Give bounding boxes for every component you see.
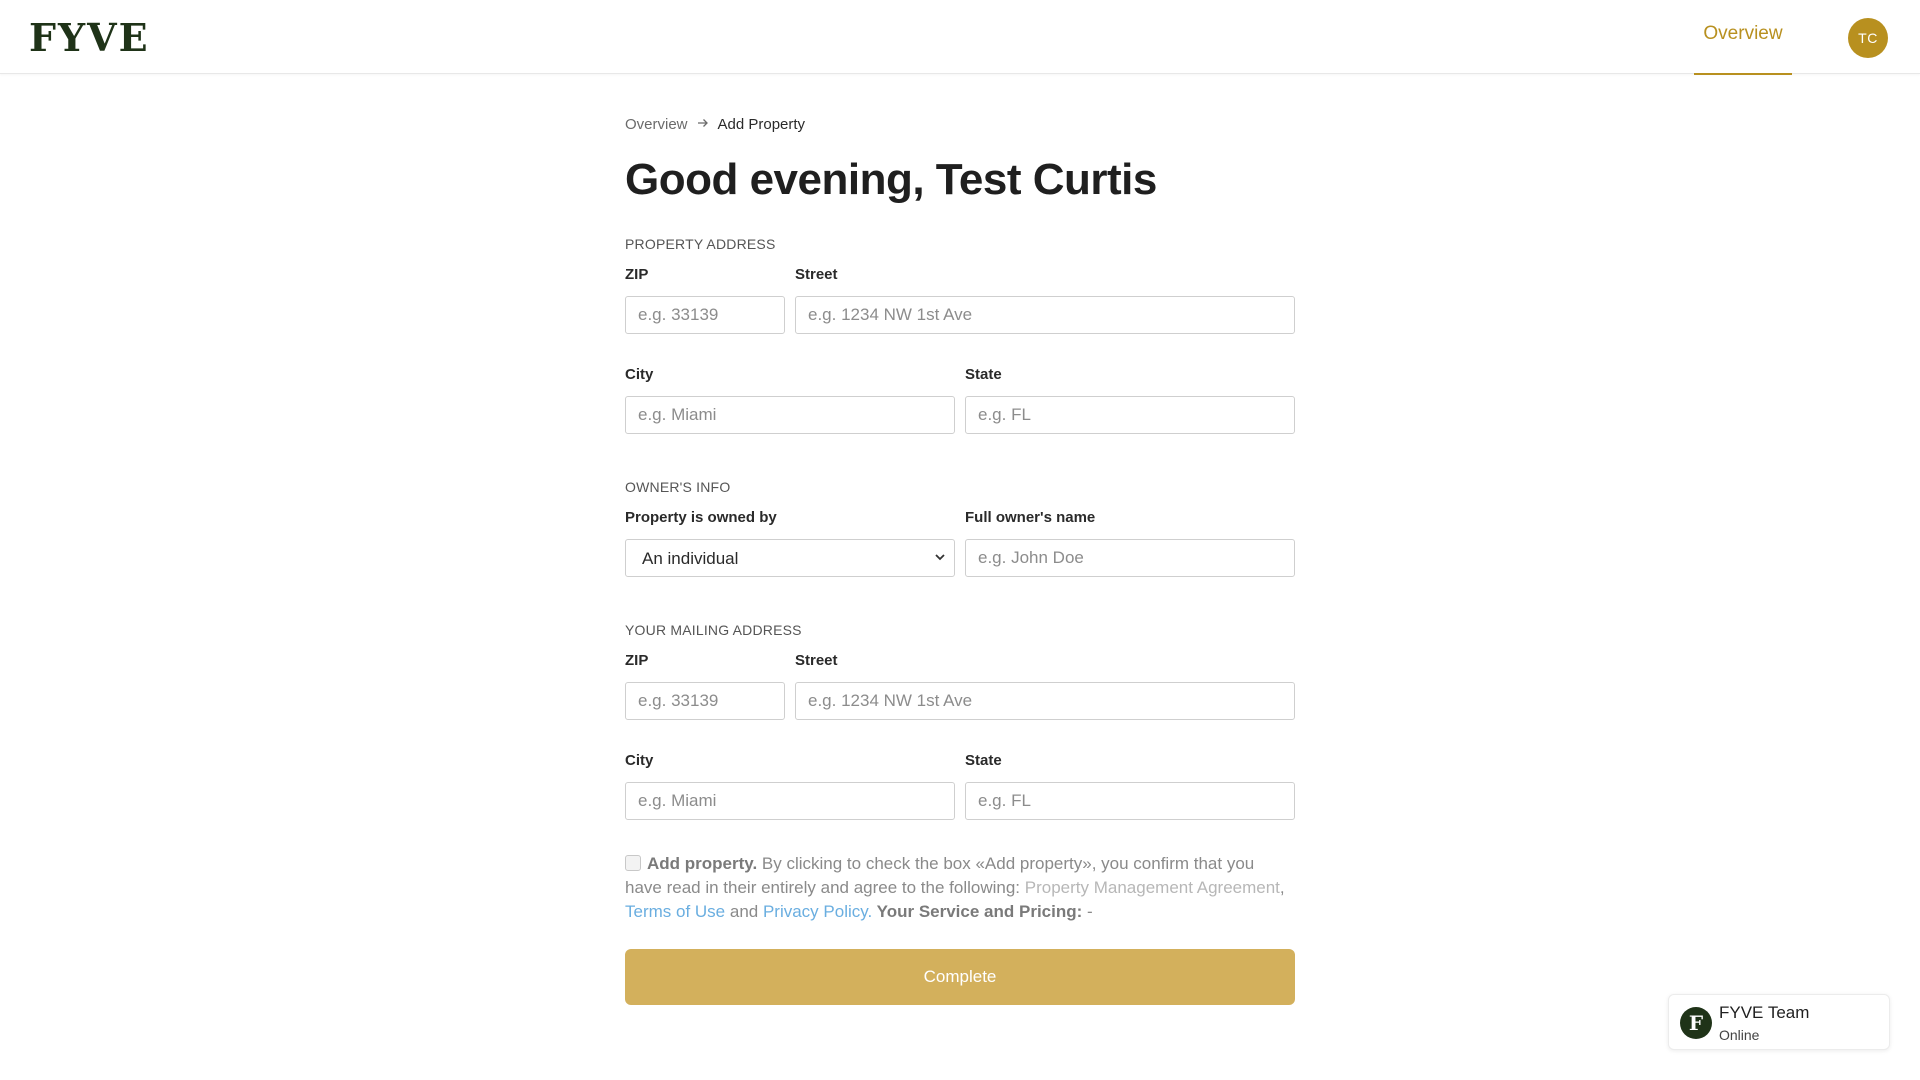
section-title-mailing-address: YOUR MAILING ADDRESS <box>625 622 802 638</box>
breadcrumb-overview-link[interactable]: Overview <box>625 116 688 133</box>
owner-name-label: Full owner's name <box>965 509 1096 526</box>
owned-by-select-wrapper: An individual <box>625 539 955 577</box>
chat-team-name: FYVE Team <box>1719 1003 1810 1022</box>
property-street-label: Street <box>795 266 838 283</box>
owner-name-input[interactable] <box>965 539 1295 577</box>
privacy-policy-link[interactable]: Privacy Policy. <box>763 902 872 921</box>
property-street-input[interactable] <box>795 296 1295 334</box>
property-zip-input[interactable] <box>625 296 785 334</box>
property-city-label: City <box>625 366 654 383</box>
breadcrumb-current: Add Property <box>717 115 806 133</box>
mailing-zip-input[interactable] <box>625 682 785 720</box>
terms-of-use-link[interactable]: Terms of Use <box>625 902 725 921</box>
mailing-address-row-1: ZIP Street <box>625 652 1295 720</box>
mailing-city-field: City <box>625 752 955 820</box>
property-management-agreement-link[interactable]: Property Management Agreement <box>1025 878 1280 897</box>
top-header: FYVE Overview TC <box>0 0 1920 75</box>
arrow-right-icon <box>696 116 710 132</box>
terms-bold-lead: Add property. <box>647 854 758 873</box>
owned-by-label: Property is owned by <box>625 509 777 526</box>
user-avatar[interactable]: TC <box>1848 18 1888 58</box>
mailing-state-field: State <box>965 752 1295 820</box>
terms-and: and <box>725 902 763 921</box>
owner-name-field: Full owner's name <box>965 509 1295 577</box>
mailing-street-field: Street <box>795 652 1295 720</box>
add-property-checkbox[interactable] <box>625 855 641 871</box>
mailing-street-label: Street <box>795 652 838 669</box>
property-state-label: State <box>965 366 1002 383</box>
terms-agreement: Add property. By clicking to check the b… <box>625 852 1295 924</box>
property-street-field: Street <box>795 266 1295 334</box>
property-city-input[interactable] <box>625 396 955 434</box>
mailing-zip-field: ZIP <box>625 652 785 720</box>
property-zip-label: ZIP <box>625 266 649 283</box>
property-city-field: City <box>625 366 955 434</box>
owned-by-select[interactable]: An individual <box>625 539 955 577</box>
section-title-owners-info: OWNER'S INFO <box>625 479 731 495</box>
page-title: Good evening, Test Curtis <box>625 155 1157 204</box>
chat-widget[interactable]: F FYVE Team Online <box>1668 994 1890 1050</box>
owned-by-field: Property is owned by An individual <box>625 509 955 577</box>
mailing-zip-label: ZIP <box>625 652 649 669</box>
property-state-field: State <box>965 366 1295 434</box>
mailing-city-input[interactable] <box>625 782 955 820</box>
nav-tab-overview[interactable]: Overview <box>1694 0 1792 75</box>
pricing-value: - <box>1082 902 1093 921</box>
mailing-state-input[interactable] <box>965 782 1295 820</box>
property-address-row-1: ZIP Street <box>625 266 1295 334</box>
section-title-property-address: PROPERTY ADDRESS <box>625 236 776 252</box>
mailing-street-input[interactable] <box>795 682 1295 720</box>
add-property-form: Overview Add Property Good evening, Test… <box>625 110 1295 1005</box>
terms-comma: , <box>1279 878 1285 897</box>
breadcrumb: Overview Add Property <box>625 110 1295 138</box>
mailing-state-label: State <box>965 752 1002 769</box>
owners-info-row: Property is owned by An individual Full … <box>625 509 1295 577</box>
fyve-logo[interactable]: FYVE <box>29 16 150 60</box>
property-zip-field: ZIP <box>625 266 785 334</box>
property-state-input[interactable] <box>965 396 1295 434</box>
complete-button[interactable]: Complete <box>625 949 1295 1005</box>
property-address-row-2: City State <box>625 366 1295 434</box>
mailing-address-row-2: City State <box>625 752 1295 820</box>
chat-avatar: F <box>1680 1007 1712 1039</box>
pricing-label: Your Service and Pricing: <box>872 902 1083 921</box>
chat-status: Online <box>1719 1027 1760 1043</box>
mailing-city-label: City <box>625 752 654 769</box>
